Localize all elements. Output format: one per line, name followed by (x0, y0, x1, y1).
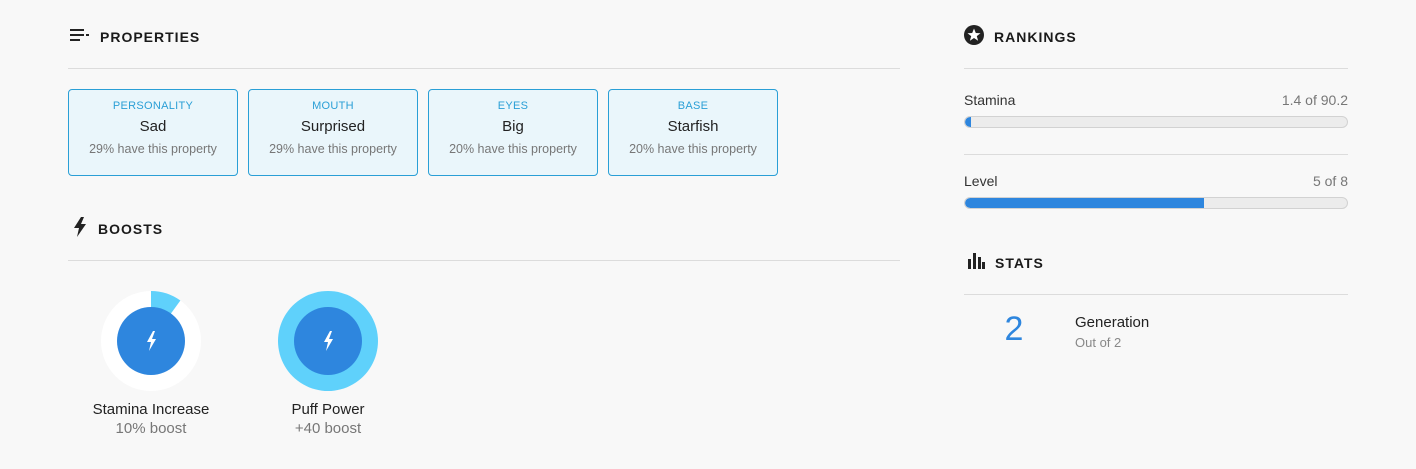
property-card-base[interactable]: BASE Starfish 20% have this property (608, 89, 778, 176)
list-icon (70, 28, 90, 47)
property-value: Sad (139, 118, 167, 135)
stats-title: STATS (995, 255, 1044, 271)
property-value: Big (502, 118, 524, 135)
stat-sub: Out of 2 (1075, 335, 1122, 350)
stat-label: Generation (1075, 314, 1150, 331)
property-card-mouth[interactable]: MOUTH Surprised 29% have this property (248, 89, 418, 176)
properties-list: PERSONALITY Sad 29% have this property M… (68, 89, 778, 176)
properties-header: PROPERTIES (70, 27, 200, 47)
rankings-header: RANKINGS (964, 24, 1077, 50)
ranking-stamina: Stamina 1.4 of 90.2 (964, 92, 1348, 128)
rankings-divider (964, 68, 1348, 69)
properties-divider (68, 68, 900, 69)
stats-divider (964, 294, 1348, 295)
property-trait-count: 20% have this property (629, 142, 757, 156)
star-circle-icon (964, 24, 984, 50)
property-type: BASE (677, 100, 709, 112)
ranking-progress-bar (964, 197, 1348, 209)
property-value: Starfish (667, 118, 719, 135)
properties-title: PROPERTIES (100, 29, 201, 45)
ranking-progress-bar (964, 116, 1348, 128)
boost-item-puff-power[interactable]: Puff Power +40 boost (243, 291, 413, 437)
property-card-personality[interactable]: PERSONALITY Sad 29% have this property (68, 89, 238, 176)
property-trait-count: 29% have this property (269, 142, 397, 156)
boosts-divider (68, 260, 900, 261)
boosts-header: BOOSTS (73, 216, 164, 242)
stats-header: STATS (968, 252, 1044, 274)
boost-item-stamina[interactable]: Stamina Increase 10% boost (66, 291, 236, 437)
rankings-title: RANKINGS (994, 29, 1077, 45)
boost-value: +40 boost (294, 420, 362, 437)
property-type: MOUTH (312, 100, 354, 112)
boost-ring (278, 291, 378, 391)
ranking-label: Stamina (964, 92, 1016, 108)
boost-ring (101, 291, 201, 391)
boost-name: Stamina Increase (92, 401, 210, 418)
ranking-progress-fill (965, 117, 972, 127)
stat-number: 2 (1004, 310, 1024, 348)
ranking-progress-fill (965, 198, 1204, 208)
property-trait-count: 29% have this property (89, 142, 217, 156)
property-card-eyes[interactable]: EYES Big 20% have this property (428, 89, 598, 176)
lightning-icon (73, 216, 87, 242)
ranking-level: Level 5 of 8 (964, 173, 1348, 209)
property-value: Surprised (300, 118, 366, 135)
ranking-value: 1.4 of 90.2 (1281, 92, 1348, 108)
property-trait-count: 20% have this property (449, 142, 577, 156)
ranking-label: Level (964, 173, 998, 189)
bar-chart-icon (968, 252, 985, 274)
boost-value: 10% boost (115, 420, 187, 437)
ranking-value: 5 of 8 (1312, 173, 1348, 189)
boosts-title: BOOSTS (98, 221, 164, 237)
boost-name: Puff Power (291, 401, 365, 418)
property-type: EYES (497, 100, 529, 112)
property-type: PERSONALITY (112, 100, 194, 112)
ranking-divider (964, 154, 1348, 155)
